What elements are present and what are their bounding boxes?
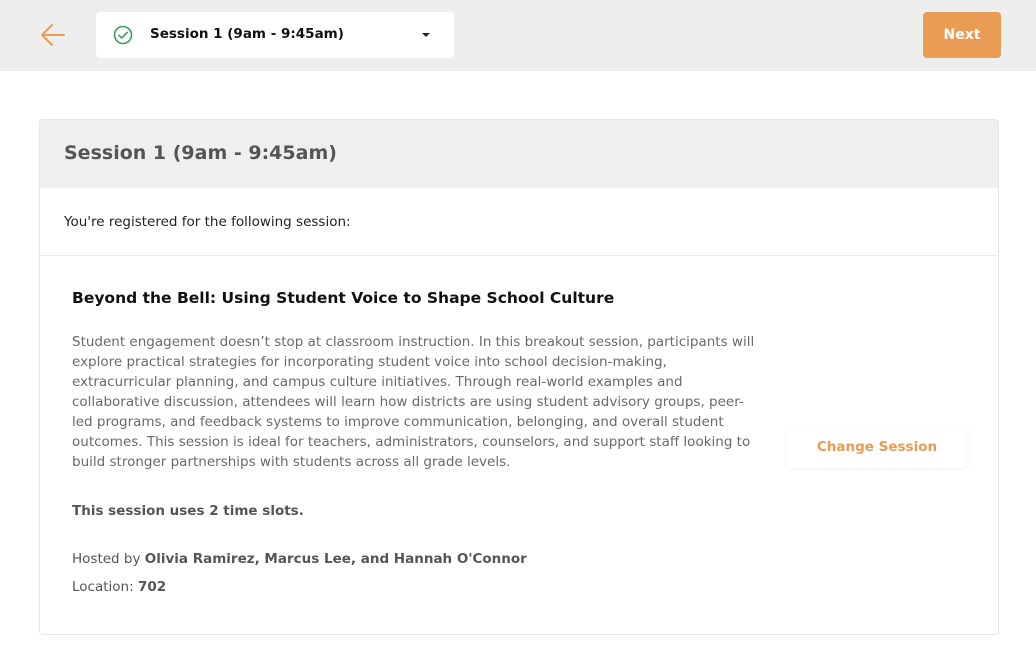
divider — [40, 255, 998, 256]
card-title: Session 1 (9am - 9:45am) — [64, 142, 337, 164]
top-bar: Session 1 (9am - 9:45am) Next — [0, 0, 1036, 71]
back-button[interactable] — [38, 20, 68, 50]
card-header: Session 1 (9am - 9:45am) — [40, 120, 998, 188]
session-description: Student engagement doesn’t stop at class… — [72, 334, 755, 470]
location-value: 702 — [137, 579, 167, 595]
arrow-left-icon — [41, 24, 65, 46]
next-button[interactable]: Next — [923, 12, 1001, 58]
session-title: Beyond the Bell: Using Student Voice to … — [72, 289, 615, 307]
hosts-names: Olivia Ramirez, Marcus Lee, and Hannah O… — [144, 551, 527, 567]
location: Location: 702 — [72, 579, 166, 595]
location-prefix: Location: — [72, 579, 138, 595]
session-dropdown[interactable]: Session 1 (9am - 9:45am) — [96, 12, 454, 58]
selected-session-label: Session 1 (9am - 9:45am) — [150, 26, 344, 42]
time-slots-note: This session uses 2 time slots. — [72, 503, 304, 519]
registered-text: You're registered for the following sess… — [64, 214, 351, 230]
hosted-by: Hosted by Olivia Ramirez, Marcus Lee, an… — [72, 551, 527, 567]
session-card: Session 1 (9am - 9:45am) You're register… — [39, 119, 999, 635]
hosted-by-prefix: Hosted by — [72, 551, 145, 567]
check-circle-icon — [113, 25, 133, 45]
change-session-button[interactable]: Change Session — [787, 426, 967, 468]
caret-down-icon — [422, 33, 430, 37]
